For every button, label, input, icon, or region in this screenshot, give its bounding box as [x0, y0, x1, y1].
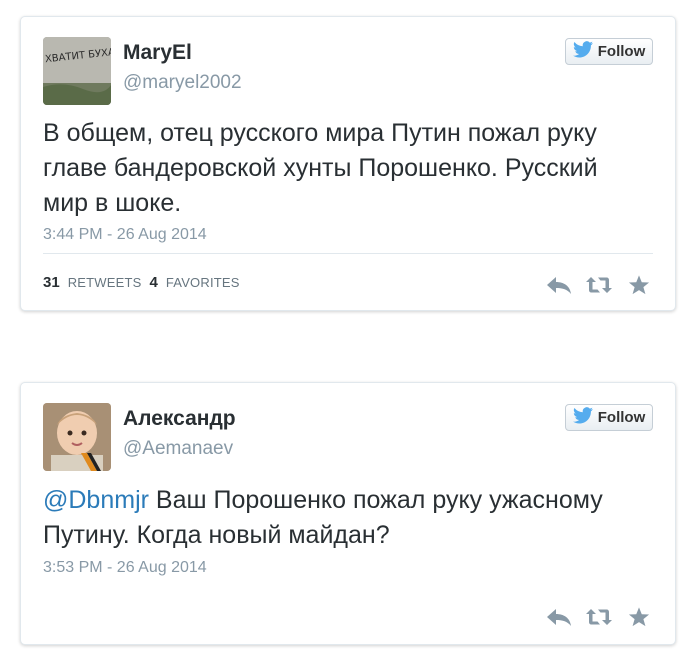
tweet-stats: 31 RETWEETS 4 FAVORITES — [43, 274, 240, 291]
follow-button[interactable]: Follow — [565, 404, 653, 431]
avatar[interactable] — [43, 403, 111, 471]
reply-icon[interactable] — [545, 605, 573, 629]
favorite-label[interactable]: FAVORITES — [166, 275, 240, 290]
tweet-card: Александр @Aemanaev Follow @Dbnmjr Ваш П… — [20, 382, 676, 645]
tweet-card: ХВАТИТ БУХАТЬ MaryEl @maryel2002 Follow … — [20, 16, 676, 311]
twitter-bird-icon — [572, 40, 593, 63]
tweet-actions — [545, 605, 653, 629]
tweet-text: @Dbnmjr Ваш Порошенко пожал руку ужасном… — [43, 483, 643, 553]
retweet-icon[interactable] — [585, 273, 613, 297]
retweet-count[interactable]: 31 — [43, 274, 60, 291]
retweet-icon[interactable] — [585, 605, 613, 629]
mention-link[interactable]: @Dbnmjr — [43, 486, 149, 514]
twitter-bird-icon — [572, 406, 593, 429]
tweet-timestamp[interactable]: 3:53 PM - 26 Aug 2014 — [43, 559, 207, 577]
user-handle[interactable]: @maryel2002 — [123, 72, 242, 94]
divider — [43, 253, 653, 254]
avatar[interactable]: ХВАТИТ БУХАТЬ — [43, 37, 111, 105]
reply-icon[interactable] — [545, 273, 573, 297]
follow-label: Follow — [597, 43, 646, 60]
follow-label: Follow — [597, 409, 646, 426]
follow-button[interactable]: Follow — [565, 38, 653, 65]
tweet-text: В общем, отец русского мира Путин пожал … — [43, 119, 598, 217]
tweet-timestamp[interactable]: 3:44 PM - 26 Aug 2014 — [43, 226, 207, 244]
retweet-label[interactable]: RETWEETS — [68, 275, 142, 290]
display-name[interactable]: MaryEl — [123, 41, 192, 65]
tweet-actions — [545, 273, 653, 297]
favorite-count[interactable]: 4 — [150, 274, 158, 291]
star-icon[interactable] — [625, 273, 653, 297]
star-icon[interactable] — [625, 605, 653, 629]
user-handle[interactable]: @Aemanaev — [123, 438, 233, 460]
display-name[interactable]: Александр — [123, 407, 236, 431]
